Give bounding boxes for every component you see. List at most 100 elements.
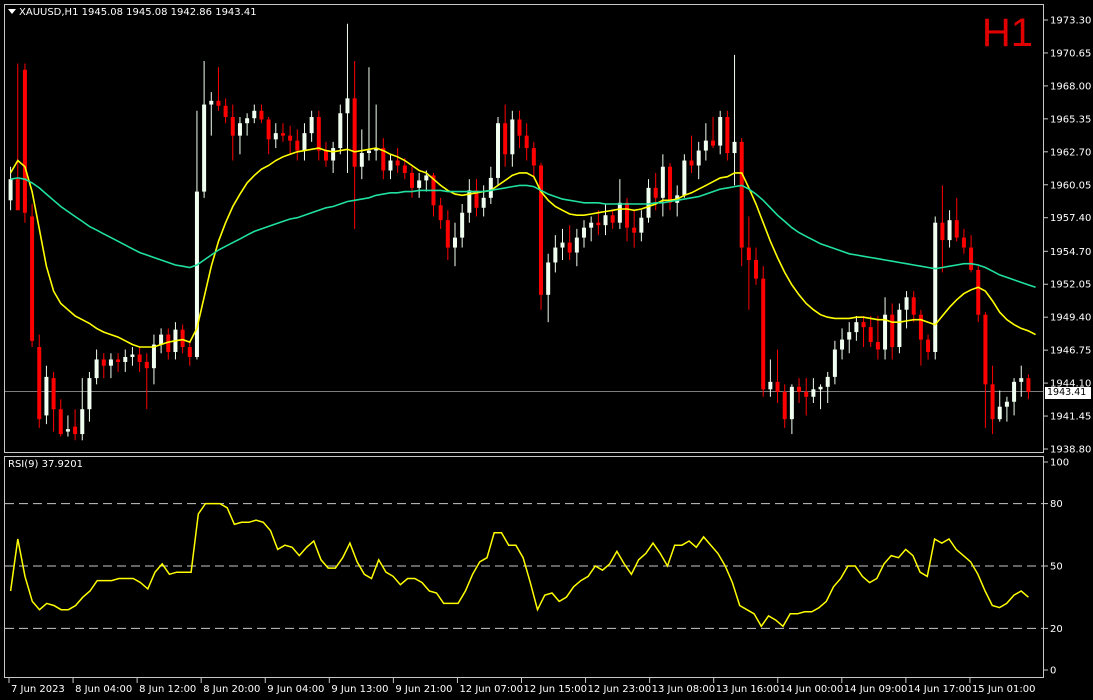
time-axis-label: 12 Jun 23:00 — [588, 684, 652, 695]
candle-body — [933, 222, 938, 353]
candle-body — [1019, 378, 1024, 382]
candle-body — [531, 148, 536, 166]
rsi-line — [9, 502, 1029, 628]
candle-body — [804, 391, 809, 397]
candle-body — [746, 247, 751, 260]
candle-body — [452, 237, 457, 248]
rsi-value-text: RSI(9) 37.9201 — [8, 459, 83, 470]
candle-body — [137, 354, 142, 362]
candle-body — [402, 165, 407, 173]
candle-body — [309, 116, 314, 134]
candle-body — [610, 215, 615, 223]
candle-body — [854, 322, 859, 333]
time-axis-label: 9 Jun 21:00 — [395, 684, 452, 695]
candle-body — [768, 381, 773, 390]
candle-body — [15, 179, 20, 211]
candle-body — [689, 160, 694, 166]
candle-body — [761, 278, 766, 390]
candle-body — [481, 197, 486, 208]
dropdown-triangle-icon[interactable] — [8, 9, 16, 14]
chart-canvas: 1973.30 1970.65 1968.00 1965.35 1962.70 1960.… — [5, 16, 1091, 695]
candle-body — [331, 148, 336, 161]
candle-body — [503, 123, 508, 155]
candle-body — [359, 153, 364, 167]
candle-body — [739, 141, 744, 248]
candle-body — [954, 220, 959, 238]
candle-body — [94, 359, 99, 379]
candle-body — [388, 160, 393, 171]
candle-body — [890, 314, 895, 348]
candle-body — [323, 150, 328, 161]
time-axis-label: 9 Jun 13:00 — [331, 684, 388, 695]
candle-body — [223, 105, 228, 117]
candle-body — [187, 347, 192, 357]
candle-body — [58, 409, 63, 435]
candle-body — [144, 361, 149, 369]
candle-body — [495, 123, 500, 178]
candle-body — [668, 166, 673, 203]
candle-body — [969, 247, 974, 270]
candle-body — [295, 140, 300, 151]
candle-body — [926, 339, 931, 353]
candle-body — [424, 175, 429, 181]
time-axis-label: 9 Jun 04:00 — [267, 684, 324, 695]
candle-body — [460, 212, 465, 238]
candle-body — [574, 237, 579, 253]
candle-body — [524, 135, 529, 149]
price-axis-label: 1970.65 — [1050, 48, 1091, 59]
candle-body — [216, 100, 221, 106]
candle-body — [288, 135, 293, 141]
fast-moving-average-line — [9, 147, 1036, 348]
candle-body — [818, 386, 823, 390]
candle-body — [209, 100, 214, 105]
candle-body — [868, 327, 873, 343]
time-axis-label: 8 Jun 12:00 — [139, 684, 196, 695]
candle-body — [782, 391, 787, 420]
rsi-axis-label: 0 — [1050, 666, 1056, 677]
time-axis-label: 8 Jun 04:00 — [75, 684, 132, 695]
candle-body — [553, 247, 558, 263]
candle-body — [116, 359, 121, 362]
price-axis-label: 1954.70 — [1050, 247, 1091, 258]
candle-body — [352, 98, 357, 167]
candle-body — [560, 242, 565, 248]
candle-body — [266, 119, 271, 140]
candle-body — [918, 314, 923, 340]
candle-body — [840, 339, 845, 350]
price-axis-label: 1938.80 — [1050, 445, 1091, 456]
candle-body — [1004, 401, 1009, 407]
candle-body — [302, 133, 307, 151]
price-axis-label: 1952.05 — [1050, 280, 1091, 291]
candle-body — [517, 119, 522, 136]
candle-body — [832, 349, 837, 377]
candle-body — [417, 180, 422, 188]
rsi-info-line: RSI(9) 37.9201 — [8, 459, 83, 470]
candle-body — [660, 166, 665, 198]
candle-body — [539, 165, 544, 295]
candle-body — [338, 113, 343, 149]
candle-body — [589, 222, 594, 228]
rsi-axis-label: 20 — [1050, 624, 1063, 635]
candle-body — [875, 342, 880, 350]
candle-body — [280, 133, 285, 136]
candle-body — [961, 237, 966, 248]
candle-body — [22, 69, 27, 213]
candle-body — [789, 386, 794, 420]
candle-body — [904, 297, 909, 310]
candle-body — [30, 216, 35, 341]
time-axis-label: 15 Jun 01:00 — [972, 684, 1036, 695]
price-axis-label: 1946.75 — [1050, 346, 1091, 357]
candle-body — [947, 220, 952, 241]
candle-body — [101, 359, 106, 366]
candle-body — [983, 314, 988, 385]
price-axis-label: 1957.40 — [1050, 213, 1091, 224]
time-axis-label: 14 Jun 09:00 — [844, 684, 908, 695]
candle-body — [65, 429, 70, 432]
slow-moving-average-line — [10, 177, 1036, 289]
candle-body — [252, 110, 257, 119]
candle-body — [725, 116, 730, 154]
candle-body — [596, 222, 601, 226]
rsi-axis-label: 80 — [1050, 499, 1063, 510]
price-axis-label: 1968.00 — [1050, 81, 1091, 92]
candle-body — [345, 98, 350, 114]
